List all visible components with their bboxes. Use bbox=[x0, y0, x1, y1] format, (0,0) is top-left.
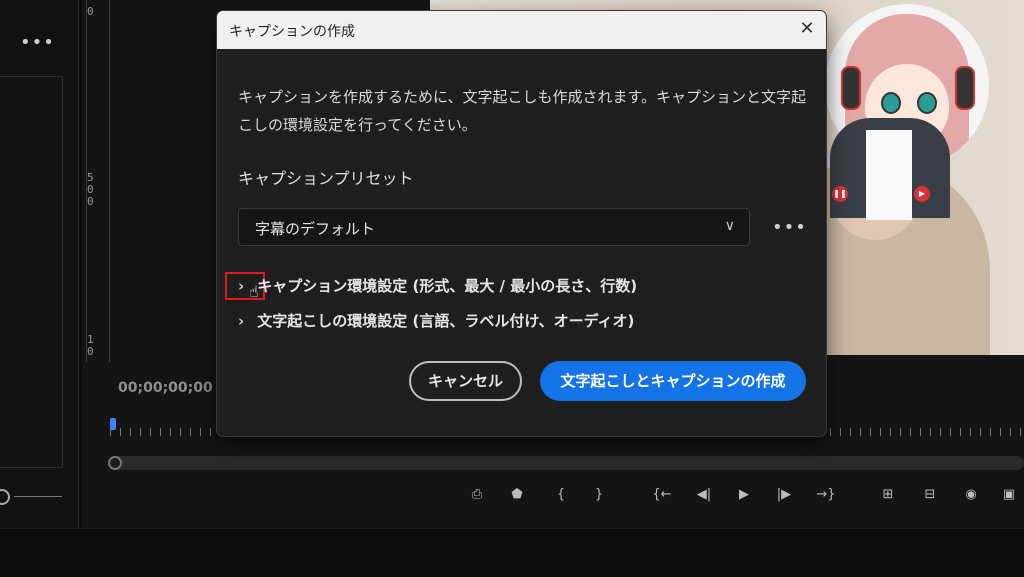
ruler-label: 0 bbox=[87, 345, 94, 358]
caption-settings-label: キャプション環境設定 (形式、最大 / 最小の長さ、行数) bbox=[257, 277, 638, 295]
transcript-settings-label: 文字起こしの環境設定 (言語、ラベル付け、オーディオ) bbox=[257, 312, 635, 330]
ruler-label: 0 bbox=[87, 5, 94, 18]
extract-icon[interactable]: ⊟ bbox=[916, 484, 944, 506]
dialog-header: キャプションの作成 ✕ bbox=[217, 11, 826, 49]
zoom-slider-track[interactable] bbox=[14, 496, 62, 497]
project-list bbox=[0, 76, 63, 468]
create-captions-dialog: キャプションの作成 ✕ キャプションを作成するために、文字起こしも作成されます。… bbox=[217, 11, 826, 436]
caption-preset-value: 字幕のデフォルト bbox=[255, 220, 376, 238]
avatar-eye bbox=[917, 92, 937, 114]
headphone-icon bbox=[841, 66, 861, 110]
dialog-title: キャプションの作成 bbox=[229, 24, 355, 40]
caption-preset-label: キャプションプリセット bbox=[238, 169, 414, 188]
transcript-settings-expander[interactable]: › 文字起こしの環境設定 (言語、ラベル付け、オーディオ) bbox=[238, 310, 634, 331]
preset-more-icon[interactable]: ••• bbox=[772, 217, 807, 238]
lift-icon[interactable]: ⊞ bbox=[874, 484, 902, 506]
compare-view-icon[interactable]: ▣ bbox=[998, 484, 1020, 506]
step-forward-icon[interactable]: |▶ bbox=[774, 484, 794, 506]
avatar-eye bbox=[881, 92, 901, 114]
chevron-down-icon: ∨ bbox=[724, 218, 735, 234]
play-badge-icon: ▶ bbox=[914, 186, 930, 202]
timeline-zoom-knob[interactable] bbox=[108, 456, 122, 470]
bottom-panel bbox=[0, 528, 1024, 577]
timecode: 00;00;00;00 bbox=[118, 380, 213, 396]
avatar-shirt bbox=[866, 130, 912, 220]
pause-badge-icon: ❚❚ bbox=[832, 186, 848, 202]
headphone-icon bbox=[955, 66, 975, 110]
play-icon[interactable]: ▶ bbox=[734, 484, 754, 506]
mark-out-icon[interactable]: } bbox=[592, 484, 606, 506]
project-panel: ••• bbox=[0, 0, 79, 528]
dialog-description: キャプションを作成するために、文字起こしも作成されます。キャプションと文字起こし… bbox=[238, 88, 807, 134]
panel-menu-icon[interactable]: ••• bbox=[20, 32, 55, 53]
hand-cursor-icon: ☝ bbox=[249, 282, 259, 301]
caption-settings-expander[interactable]: › キャプション環境設定 (形式、最大 / 最小の長さ、行数) bbox=[238, 275, 637, 296]
zoom-slider-knob[interactable] bbox=[0, 489, 10, 505]
export-frame-icon[interactable]: ⎙ bbox=[466, 484, 488, 506]
cancel-button[interactable]: キャンセル bbox=[409, 361, 522, 401]
camera-icon[interactable]: ◉ bbox=[960, 484, 982, 506]
mark-in-icon[interactable]: { bbox=[554, 484, 568, 506]
caption-preset-dropdown[interactable]: 字幕のデフォルト ∨ bbox=[238, 208, 750, 246]
create-transcript-captions-button[interactable]: 文字起こしとキャプションの作成 bbox=[540, 361, 806, 401]
close-icon[interactable]: ✕ bbox=[795, 17, 819, 41]
step-back-icon[interactable]: ◀| bbox=[694, 484, 714, 506]
marker-icon[interactable]: ⬟ bbox=[508, 484, 526, 506]
chevron-right-icon[interactable]: › bbox=[238, 312, 252, 330]
timeline-zoom-bar[interactable] bbox=[108, 456, 1024, 470]
go-to-in-icon[interactable]: {← bbox=[650, 484, 674, 506]
ruler-label: 0 bbox=[87, 195, 94, 208]
go-to-out-icon[interactable]: →} bbox=[814, 484, 838, 506]
